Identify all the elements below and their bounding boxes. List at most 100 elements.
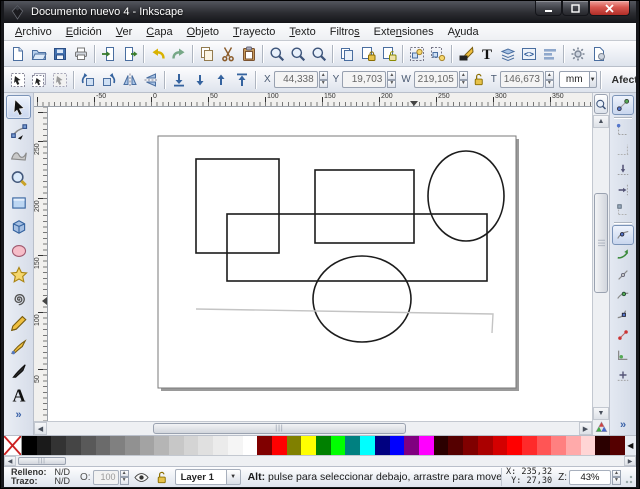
color-swatch[interactable] [478,436,493,455]
scroll-right-icon[interactable]: ▶ [579,422,592,435]
color-swatch[interactable] [331,436,346,455]
menu-trayecto[interactable]: Trayecto [226,25,282,39]
snap-cusp-nodes-toggle[interactable] [612,285,634,305]
import-button[interactable] [98,43,119,64]
height-input[interactable]: 146,673 [500,71,544,88]
zoom-drawing-button[interactable] [287,43,308,64]
color-swatch[interactable] [375,436,390,455]
y-input[interactable]: 19,703 [342,71,386,88]
rotate-ccw-button[interactable] [77,69,98,90]
drawing[interactable] [48,107,592,421]
deselect-button[interactable] [49,69,70,90]
palette-scrollbar[interactable]: ◀ ||| ▶ [4,455,636,466]
color-swatch[interactable] [507,436,522,455]
align-dialog-button[interactable] [539,43,560,64]
menu-objeto[interactable]: Objeto [180,25,226,39]
horizontal-scroll-thumb[interactable]: ||| [153,423,406,434]
height-spinner[interactable]: ▲▼ [545,71,554,88]
lock-ratio-icon[interactable] [471,72,486,87]
color-swatch[interactable] [287,436,302,455]
color-swatch[interactable] [537,436,552,455]
y-spinner[interactable]: ▲▼ [387,71,396,88]
menu-ver[interactable]: Ver [109,25,140,39]
color-swatch[interactable] [228,436,243,455]
color-swatch[interactable] [213,436,228,455]
snap-bbox-corners-toggle[interactable] [612,160,634,180]
save-button[interactable] [49,43,70,64]
layer-lock-icon[interactable] [154,470,169,485]
print-button[interactable] [70,43,91,64]
color-swatch[interactable] [169,436,184,455]
resize-grip[interactable] [624,470,633,485]
snap-nodes-toggle[interactable] [612,225,634,245]
color-swatch[interactable] [184,436,199,455]
document-properties-button[interactable] [588,43,609,64]
vertical-scrollbar[interactable]: ||| [593,128,609,407]
zoom-page-button[interactable] [308,43,329,64]
color-swatch[interactable] [125,436,140,455]
color-swatch[interactable] [140,436,155,455]
zoom-input[interactable]: 43% [569,470,611,485]
snap-object-centers-toggle[interactable] [612,345,634,365]
color-managed-view-icon[interactable] [593,420,609,435]
palette-scroll-left-icon[interactable]: ◀ [4,456,16,466]
color-swatch[interactable] [551,436,566,455]
color-swatch[interactable] [37,436,52,455]
opacity-input[interactable]: 100 [93,470,119,485]
select-all-layers-button[interactable] [28,69,49,90]
color-swatch[interactable] [110,436,125,455]
color-swatch[interactable] [301,436,316,455]
width-spinner[interactable]: ▲▼ [459,71,468,88]
ungroup-button[interactable] [427,43,448,64]
color-swatch[interactable] [463,436,478,455]
snap-bbox-toggle[interactable] [612,120,634,140]
swatch-none[interactable] [4,436,22,455]
text-tool[interactable]: A [6,383,31,407]
color-swatch[interactable] [66,436,81,455]
undo-button[interactable] [147,43,168,64]
rectangle-tool[interactable] [6,191,31,215]
color-swatch[interactable] [434,436,449,455]
redo-button[interactable] [168,43,189,64]
sticky-zoom-button[interactable] [594,94,608,114]
lower-button[interactable] [189,69,210,90]
select-all-button[interactable] [7,69,28,90]
snapbar-overflow-button[interactable]: » [617,419,629,435]
color-swatch[interactable] [198,436,213,455]
x-spinner[interactable]: ▲▼ [319,71,328,88]
menu-capa[interactable]: Capa [139,25,179,39]
rotate-cw-button[interactable] [98,69,119,90]
snap-path-intersections-toggle[interactable] [612,265,634,285]
color-swatch[interactable] [51,436,66,455]
copy-button[interactable] [196,43,217,64]
text-dialog-button[interactable]: T [476,43,497,64]
layers-dialog-button[interactable] [497,43,518,64]
scroll-down-icon[interactable]: ▼ [593,407,609,420]
snap-bbox-edge-midpoints-toggle[interactable] [612,180,634,200]
cut-button[interactable] [217,43,238,64]
scroll-up-icon[interactable]: ▲ [593,115,609,128]
unit-select[interactable]: mm [559,71,590,88]
export-button[interactable] [119,43,140,64]
paste-button[interactable] [238,43,259,64]
flip-horizontal-button[interactable] [119,69,140,90]
spiral-tool[interactable] [6,287,31,311]
scroll-left-icon[interactable]: ◀ [34,422,47,435]
zoom-spinner[interactable]: ▲▼ [612,470,621,485]
color-swatch[interactable] [257,436,272,455]
color-swatch[interactable] [404,436,419,455]
preferences-button[interactable] [567,43,588,64]
open-button[interactable] [28,43,49,64]
fill-stroke-indicator[interactable]: Relleno: N/D Trazo: N/D [7,468,74,487]
menu-archivo[interactable]: Archivo [8,25,59,39]
palette-scroll-thumb[interactable]: ||| [18,457,66,465]
calligraphy-tool[interactable] [6,359,31,383]
color-swatch[interactable] [81,436,96,455]
snap-rotation-centers-toggle[interactable] [612,365,634,385]
layer-select[interactable]: Layer 1 [175,469,227,485]
color-swatch[interactable] [610,436,625,455]
ellipse-tool[interactable] [6,239,31,263]
color-swatch[interactable] [154,436,169,455]
canvas[interactable] [48,107,592,421]
color-swatch[interactable] [493,436,508,455]
